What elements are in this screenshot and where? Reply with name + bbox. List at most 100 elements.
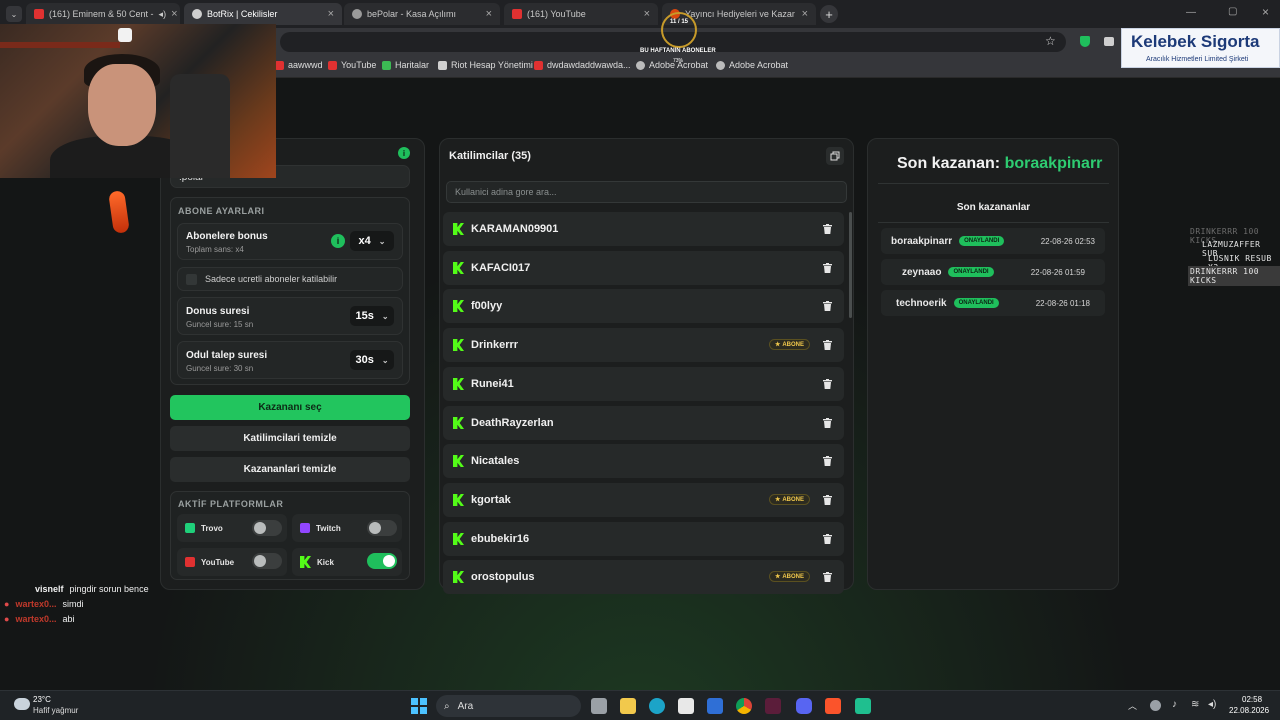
platform-label: Trovo — [201, 523, 223, 533]
taskbar-search[interactable]: ⌕ Ara — [436, 695, 581, 717]
trash-icon[interactable] — [820, 299, 834, 313]
bookmark-item[interactable]: YouTube — [328, 60, 376, 70]
chat-user: wartex0... — [15, 614, 57, 624]
network-icon[interactable] — [1150, 700, 1161, 711]
bookmark-star-icon[interactable]: ☆ — [1045, 34, 1056, 48]
bonus-select[interactable]: x4 ⌄ — [350, 231, 394, 251]
bookmark-label: aawwwd — [288, 60, 323, 70]
close-icon[interactable]: × — [486, 8, 492, 20]
start-icon[interactable] — [411, 698, 427, 714]
chat-text: pingdir sorun bence — [69, 584, 149, 594]
scrollbar-thumb[interactable] — [849, 212, 852, 318]
weather-desc: Hafif yağmur — [33, 706, 79, 715]
participant-row: KAFACI017 — [443, 251, 844, 285]
app-icon[interactable] — [765, 698, 781, 714]
clock-date[interactable]: 22.08.2026 — [1229, 706, 1269, 715]
tab-bepolar[interactable]: bePolar - Kasa Açılımı × — [344, 3, 500, 25]
clear-winners-button[interactable]: Kazananlari temizle — [170, 457, 410, 482]
claim-select[interactable]: 30s ⌄ — [350, 350, 394, 370]
tab-botrix[interactable]: BotRix | Cekilisler × — [184, 3, 342, 25]
clock-time[interactable]: 02:58 — [1242, 695, 1262, 704]
close-window-button[interactable]: × — [1262, 5, 1269, 19]
pick-winner-button[interactable]: Kazananı seç — [170, 395, 410, 420]
tab-list-button[interactable]: ⌄ — [6, 6, 22, 22]
tab-label: (161) YouTube — [527, 9, 586, 19]
participant-name: ebubekir16 — [471, 533, 530, 545]
trash-icon[interactable] — [820, 338, 834, 352]
trash-icon[interactable] — [820, 416, 834, 430]
trovo-toggle[interactable] — [252, 520, 282, 536]
close-icon[interactable]: × — [802, 8, 808, 20]
tab-label: bePolar - Kasa Açılımı — [367, 9, 457, 19]
paid-only-row[interactable]: Sadece ucretli aboneler katilabilir — [177, 267, 403, 291]
participant-row: Runei41 — [443, 367, 844, 401]
goal-ring — [661, 12, 697, 48]
minimize-button[interactable]: — — [1186, 7, 1196, 18]
bookmark-item[interactable]: dwdawdaddwawda... — [534, 60, 631, 70]
info-icon[interactable]: i — [398, 147, 410, 159]
winner-name: technoerik — [896, 297, 947, 309]
file-explorer-icon[interactable] — [620, 698, 636, 714]
task-view-icon[interactable] — [591, 698, 607, 714]
chrome-icon[interactable] — [736, 698, 752, 714]
maps-icon — [382, 60, 391, 70]
trash-icon[interactable] — [820, 493, 834, 507]
trash-icon[interactable] — [820, 261, 834, 275]
weather-icon[interactable] — [14, 698, 30, 710]
store-icon[interactable] — [678, 698, 694, 714]
chevron-down-icon: ⌄ — [381, 311, 389, 321]
chevron-down-icon: ⌄ — [378, 236, 386, 246]
divider — [878, 222, 1109, 223]
shield-icon[interactable] — [1080, 36, 1090, 47]
twitch-toggle[interactable] — [367, 520, 397, 536]
bookmark-icon — [275, 60, 284, 70]
close-icon[interactable]: × — [171, 8, 177, 20]
tray-chevron-icon[interactable]: ︿ — [1128, 699, 1137, 712]
sponsor-banner: Kelebek Sigorta Aracılık Hizmetleri Limi… — [1121, 28, 1280, 68]
duration-select[interactable]: 15s ⌄ — [350, 306, 394, 326]
clear-participants-button[interactable]: Katilimcilari temizle — [170, 426, 410, 451]
wifi-icon[interactable]: ≋ — [1191, 699, 1199, 710]
kick-icon — [453, 378, 464, 390]
info-icon[interactable]: i — [331, 234, 345, 248]
kick-icon — [453, 455, 464, 467]
trovo-icon — [185, 523, 195, 533]
bookmark-label: Adobe Acrobat — [729, 60, 789, 70]
bookmark-item[interactable]: aawwwd — [275, 60, 323, 70]
trash-icon[interactable] — [820, 532, 834, 546]
app-icon[interactable] — [855, 698, 871, 714]
winner-row: zeynaao ONAYLANDI 22-08-26 01:59 — [881, 259, 1105, 285]
star-icon: ★ — [774, 342, 781, 348]
platform-label: YouTube — [201, 557, 235, 567]
bookmark-item[interactable]: Haritalar — [382, 60, 429, 70]
discord-icon[interactable] — [796, 698, 812, 714]
bookmark-item[interactable]: Riot Hesap Yönetimi — [438, 60, 533, 70]
tab-eminem[interactable]: (161) Eminem & 50 Cent - ◂) × — [26, 3, 180, 25]
new-tab-button[interactable]: + — [820, 5, 838, 23]
section-title: ABONE AYARLARI — [178, 206, 265, 216]
bookmark-label: Riot Hesap Yönetimi — [451, 60, 533, 70]
trash-icon[interactable] — [820, 454, 834, 468]
trash-icon[interactable] — [820, 377, 834, 391]
search-input[interactable]: Kullanici adina gore ara... — [446, 181, 847, 203]
copy-icon[interactable] — [826, 147, 844, 165]
trash-icon[interactable] — [820, 222, 834, 236]
participant-name: KAFACI017 — [471, 262, 531, 274]
kick-toggle[interactable] — [367, 553, 397, 569]
maximize-button[interactable]: ▢ — [1228, 6, 1237, 17]
toggle-knob — [254, 522, 266, 534]
brave-icon[interactable] — [825, 698, 841, 714]
alert-line: DRINKERRR 100 KICKS — [1188, 266, 1280, 286]
trash-icon[interactable] — [820, 570, 834, 584]
mail-icon[interactable] — [707, 698, 723, 714]
youtube-icon — [512, 9, 522, 19]
checkbox[interactable] — [186, 273, 197, 285]
close-icon[interactable]: × — [328, 8, 334, 20]
youtube-toggle[interactable] — [252, 553, 282, 569]
mic-icon[interactable]: ♪ — [1172, 699, 1177, 710]
extension-icon[interactable] — [1104, 37, 1114, 46]
tab-label: (161) Eminem & 50 Cent - — [49, 9, 154, 19]
edge-icon[interactable] — [649, 698, 665, 714]
chair — [170, 74, 230, 178]
volume-icon[interactable]: ◂) — [1208, 699, 1216, 710]
